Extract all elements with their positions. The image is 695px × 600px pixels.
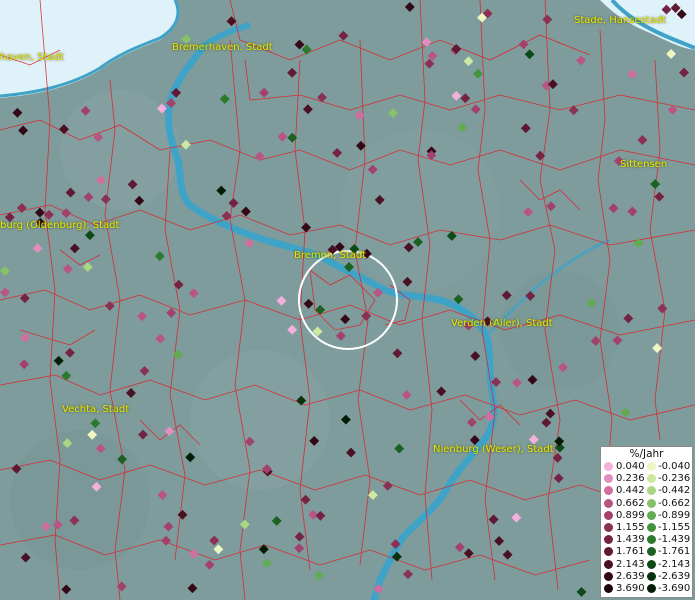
- city-label-sittensen: Sittensen: [620, 159, 668, 170]
- legend-label-negative: -2.143: [658, 558, 691, 570]
- legend-swatch-positive: [604, 547, 613, 557]
- legend-label-negative: -2.639: [658, 570, 691, 582]
- legend-swatch-positive: [604, 474, 613, 484]
- legend-label-negative: -0.040: [658, 461, 691, 472]
- legend-swatch-positive: [604, 571, 613, 581]
- legend-swatch-negative: [647, 571, 656, 581]
- legend-swatch-positive: [604, 583, 613, 593]
- legend-swatch-negative: [647, 462, 656, 471]
- legend-swatch-positive: [604, 522, 613, 532]
- legend-label-negative: -3.690: [658, 582, 691, 594]
- legend-label-positive: 0.442: [616, 485, 645, 497]
- legend-row: 1.761 -1.761: [601, 546, 692, 558]
- legend-label-positive: 2.639: [616, 570, 645, 582]
- legend-label-positive: 0.040: [616, 461, 645, 472]
- legend-row: 1.439 -1.439: [601, 534, 692, 546]
- legend-swatch-negative: [647, 522, 656, 532]
- legend-label-negative: -1.761: [658, 546, 691, 558]
- city-label-oldenburg: burg (Oldenburg), Stadt: [0, 220, 120, 231]
- legend-title: %/Jahr: [629, 448, 664, 460]
- legend-swatch-positive: [604, 498, 613, 508]
- legend-row: 0.662 -0.662: [601, 498, 692, 510]
- legend-swatch-negative: [647, 498, 656, 508]
- legend-swatch-negative: [647, 474, 656, 484]
- legend-row: 3.690 -3.690: [601, 583, 692, 595]
- legend-swatch-negative: [647, 486, 656, 496]
- legend-swatch-positive: [604, 462, 613, 471]
- legend-label-negative: -0.236: [658, 473, 691, 485]
- legend-swatch-positive: [604, 559, 613, 569]
- legend-label-positive: 0.236: [616, 473, 645, 485]
- legend-label-negative: -0.662: [658, 497, 691, 509]
- city-label-bremerhaven: Bremerhaven, Stadt: [172, 42, 273, 53]
- map-canvas[interactable]: [0, 0, 695, 600]
- legend-label-negative: -0.899: [658, 509, 691, 521]
- legend-row: 1.155 -1.155: [601, 522, 692, 534]
- legend-label-negative: -1.439: [658, 534, 691, 546]
- city-label-vechta: Vechta, Stadt: [62, 404, 130, 415]
- legend-label-negative: -1.155: [658, 521, 691, 533]
- legend-row: 0.236 -0.236: [601, 473, 692, 485]
- legend: %/Jahr 0.040 -0.040 0.236 -0.236 0.442 -0.442…: [600, 446, 693, 598]
- legend-row: 0.040 -0.040: [601, 461, 692, 473]
- legend-swatch-negative: [647, 510, 656, 520]
- legend-swatch-negative: [647, 535, 656, 545]
- city-label-bremen: Bremen, Stadt: [294, 250, 367, 261]
- legend-row: 2.143 -2.143: [601, 559, 692, 571]
- legend-label-positive: 1.155: [616, 521, 645, 533]
- city-label-nienburg: Nienburg (Weser), Stadt: [433, 444, 554, 455]
- legend-swatch-positive: [604, 535, 613, 545]
- city-label-cuxhaven: haven, Stadt: [0, 52, 64, 63]
- legend-row: 2.639 -2.639: [601, 571, 692, 583]
- city-label-stade: Stade, Hansestadt: [574, 15, 667, 26]
- legend-label-positive: 1.761: [616, 546, 645, 558]
- legend-label-positive: 3.690: [616, 582, 645, 594]
- legend-label-positive: 0.662: [616, 497, 645, 509]
- legend-label-positive: 2.143: [616, 558, 645, 570]
- legend-rows: 0.040 -0.040 0.236 -0.236 0.442 -0.442 0.662 -0…: [601, 461, 692, 595]
- legend-swatch-positive: [604, 486, 613, 496]
- city-label-verden: Verden (Aller), Stadt: [451, 318, 553, 329]
- legend-swatch-negative: [647, 547, 656, 557]
- legend-label-negative: -0.442: [658, 485, 691, 497]
- legend-swatch-positive: [604, 510, 613, 520]
- legend-row: 0.899 -0.899: [601, 510, 692, 522]
- legend-row: 0.442 -0.442: [601, 485, 692, 497]
- legend-swatch-negative: [647, 559, 656, 569]
- legend-label-positive: 0.899: [616, 509, 645, 521]
- legend-swatch-negative: [647, 583, 656, 593]
- legend-label-positive: 1.439: [616, 534, 645, 546]
